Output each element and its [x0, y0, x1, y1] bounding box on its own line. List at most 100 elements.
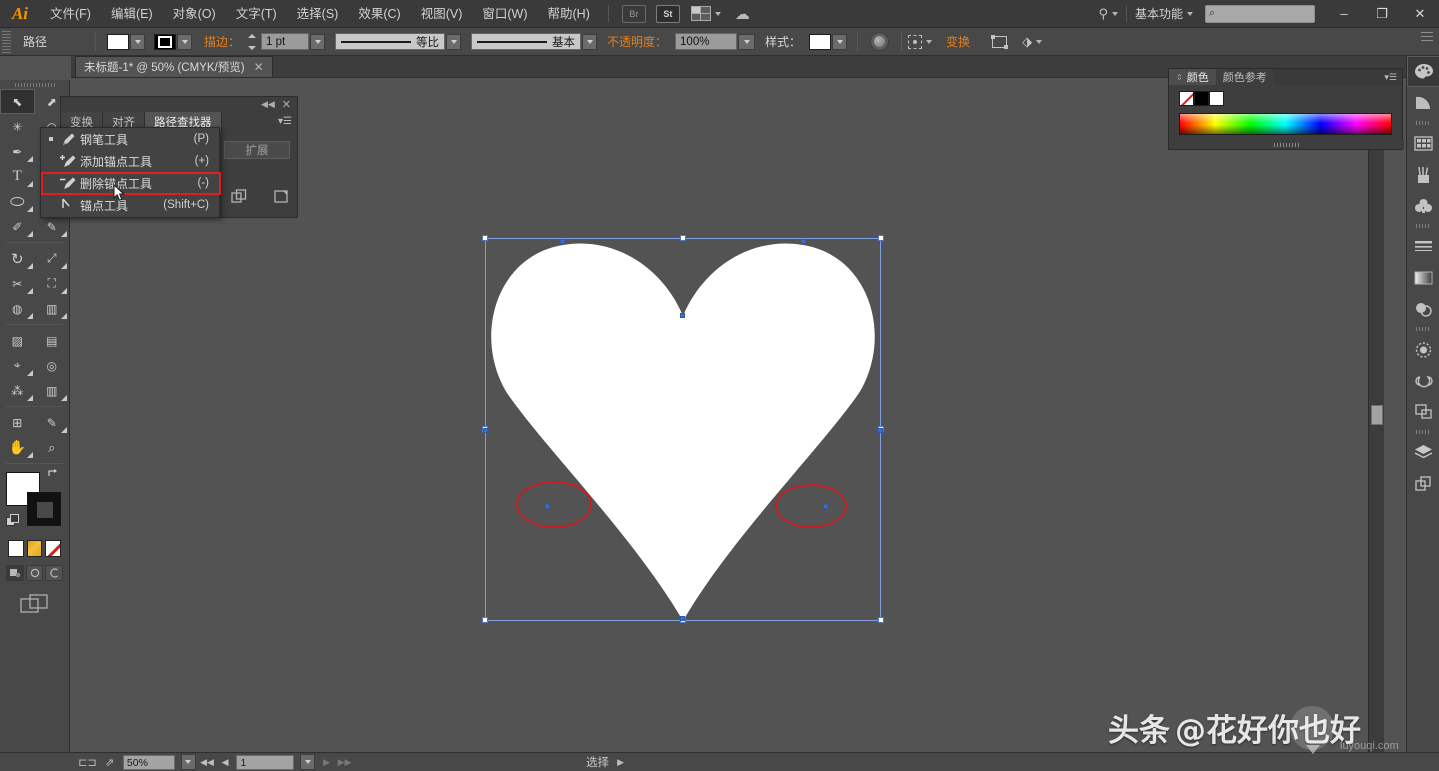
- tool-paintbrush[interactable]: ✐: [0, 214, 35, 239]
- tool-zoom[interactable]: ⌕: [35, 435, 70, 460]
- share-on-behance-icon[interactable]: ⇗: [101, 755, 118, 769]
- anchor-point[interactable]: [801, 239, 806, 244]
- align-dropdown-button[interactable]: [908, 34, 933, 49]
- fill-dropdown-arrow[interactable]: [130, 33, 145, 50]
- tool-ellipse[interactable]: ⬭: [0, 189, 35, 214]
- isolate-selected-icon[interactable]: [988, 32, 1010, 51]
- close-button[interactable]: ✕: [1401, 0, 1439, 28]
- opacity-dropdown[interactable]: [738, 33, 756, 50]
- artboards-panel-icon[interactable]: [1407, 396, 1439, 427]
- color-panel-icon[interactable]: [1407, 56, 1439, 87]
- tool-graph[interactable]: ▥: [35, 378, 70, 403]
- anchor-point[interactable]: [560, 239, 565, 244]
- dock-group-grip[interactable]: [1407, 118, 1439, 128]
- appearance-panel-icon[interactable]: [1407, 334, 1439, 365]
- stroke-weight-stepper[interactable]: [248, 33, 259, 50]
- swap-fill-stroke-icon[interactable]: [48, 468, 60, 480]
- none-mode-button[interactable]: [45, 540, 62, 557]
- document-tab[interactable]: 未标题-1* @ 50% (CMYK/预览) ✕: [75, 56, 273, 77]
- menu-window[interactable]: 窗口(W): [472, 0, 537, 28]
- artboard-navigation-icon[interactable]: ⊏⊐: [78, 755, 96, 769]
- pathfinder-panel-icon[interactable]: [1407, 468, 1439, 499]
- search-input[interactable]: ⌕: [1205, 4, 1315, 23]
- panel-menu-icon[interactable]: ▾☰: [278, 112, 297, 131]
- stroke-swatch[interactable]: [154, 33, 176, 50]
- stroke-profile-control[interactable]: 等比: [335, 33, 462, 50]
- bbox-handle-tl[interactable]: [482, 235, 488, 241]
- tool-blend[interactable]: ◎: [35, 353, 70, 378]
- flyout-item-add-anchor-point-tool[interactable]: 添加锚点工具 (+): [41, 150, 219, 172]
- pen-tool-flyout[interactable]: 钢笔工具 (P) 添加锚点工具 (+) 删除锚点工具 (-) 锚点工具 (Shi…: [40, 127, 221, 218]
- close-icon[interactable]: ✕: [254, 60, 264, 74]
- tool-type[interactable]: T: [0, 164, 35, 189]
- dock-group-grip[interactable]: [1407, 221, 1439, 231]
- tool-artboard[interactable]: ⊞: [0, 410, 35, 435]
- artwork-selection[interactable]: [482, 235, 884, 623]
- close-panel-icon[interactable]: ✕: [282, 98, 291, 111]
- stroke-weight-dropdown[interactable]: [310, 33, 326, 50]
- color-panel-resize-grip[interactable]: [1169, 140, 1404, 149]
- tool-column-graph[interactable]: ▥: [35, 296, 70, 321]
- stroke-panel-icon[interactable]: [1407, 231, 1439, 262]
- bbox-handle-bl[interactable]: [482, 617, 488, 623]
- stroke-swatch-large[interactable]: [27, 492, 61, 526]
- tool-selection[interactable]: ⬉: [0, 89, 35, 114]
- symbols-panel-icon[interactable]: [1407, 190, 1439, 221]
- draw-normal-mode-button[interactable]: [6, 565, 24, 581]
- tool-rotate[interactable]: ↻: [0, 246, 35, 271]
- draw-behind-mode-button[interactable]: [25, 565, 44, 581]
- menu-type[interactable]: 文字(T): [226, 0, 287, 28]
- menu-file[interactable]: 文件(F): [40, 0, 101, 28]
- heart-path[interactable]: [485, 238, 881, 621]
- menu-select[interactable]: 选择(S): [287, 0, 349, 28]
- artboard-number-input[interactable]: 1: [236, 754, 295, 770]
- tool-slice[interactable]: ✎: [35, 410, 70, 435]
- bbox-handle-tr[interactable]: [878, 235, 884, 241]
- cc-libraries-panel-icon[interactable]: [1407, 365, 1439, 396]
- recolor-artwork-icon[interactable]: [870, 32, 890, 51]
- gradient-mode-button[interactable]: [26, 540, 43, 557]
- shape-tool-button[interactable]: ⬗: [1022, 34, 1043, 50]
- opacity-input[interactable]: 100%: [675, 33, 738, 50]
- color-spectrum-ramp[interactable]: [1179, 113, 1392, 135]
- pathfinder-merge-icon[interactable]: [274, 189, 288, 203]
- tab-color-guide[interactable]: 颜色参考: [1215, 69, 1274, 85]
- dock-group-grip[interactable]: [1407, 324, 1439, 334]
- zoom-level-input[interactable]: 50%: [122, 754, 175, 770]
- arrange-documents-button[interactable]: [690, 6, 721, 21]
- stroke-weight-input[interactable]: 1 pt: [261, 33, 310, 50]
- minimize-button[interactable]: –: [1325, 0, 1363, 28]
- tool-shape-builder[interactable]: ◍: [0, 296, 35, 321]
- tool-symbol-sprayer[interactable]: ⁂: [0, 378, 35, 403]
- tool-mesh[interactable]: ▨: [0, 328, 35, 353]
- menu-help[interactable]: 帮助(H): [538, 0, 600, 28]
- transform-label[interactable]: 变换: [932, 33, 978, 50]
- black-swatch[interactable]: [1194, 91, 1209, 106]
- dock-group-grip[interactable]: [1407, 427, 1439, 437]
- menu-edit[interactable]: 编辑(E): [101, 0, 163, 28]
- previous-artboard-button[interactable]: ◀: [219, 755, 232, 769]
- fill-color-control[interactable]: [107, 33, 145, 50]
- anchor-point[interactable]: [680, 616, 685, 621]
- tool-magic-wand[interactable]: ✳: [0, 114, 35, 139]
- sync-settings-button[interactable]: ⚲: [1098, 6, 1118, 22]
- opacity-label[interactable]: 不透明度：: [597, 33, 675, 50]
- pathfinder-trim-icon[interactable]: [231, 189, 247, 203]
- gradient-panel-icon[interactable]: [1407, 262, 1439, 293]
- flyout-item-anchor-point-tool[interactable]: 锚点工具 (Shift+C): [41, 194, 219, 216]
- flyout-item-pen-tool[interactable]: 钢笔工具 (P): [41, 128, 219, 150]
- profile-dropdown[interactable]: [446, 33, 462, 50]
- workspace-switcher[interactable]: 基本功能: [1135, 5, 1193, 22]
- panel-menu-icon[interactable]: ▾☰: [1384, 69, 1402, 85]
- brushes-panel-icon[interactable]: [1407, 159, 1439, 190]
- next-artboard-button[interactable]: ▶: [320, 755, 333, 769]
- stroke-color-control[interactable]: [154, 33, 192, 50]
- draw-inside-mode-button[interactable]: [45, 565, 64, 581]
- swatches-panel-icon[interactable]: [1407, 128, 1439, 159]
- anchor-point[interactable]: [483, 428, 488, 433]
- restore-button[interactable]: ❐: [1363, 0, 1401, 28]
- tool-scale[interactable]: ⤢: [35, 246, 70, 271]
- brush-definition[interactable]: 基本: [471, 33, 582, 50]
- stroke-weight-label[interactable]: 描边：: [192, 33, 248, 50]
- layers-panel-icon[interactable]: [1407, 437, 1439, 468]
